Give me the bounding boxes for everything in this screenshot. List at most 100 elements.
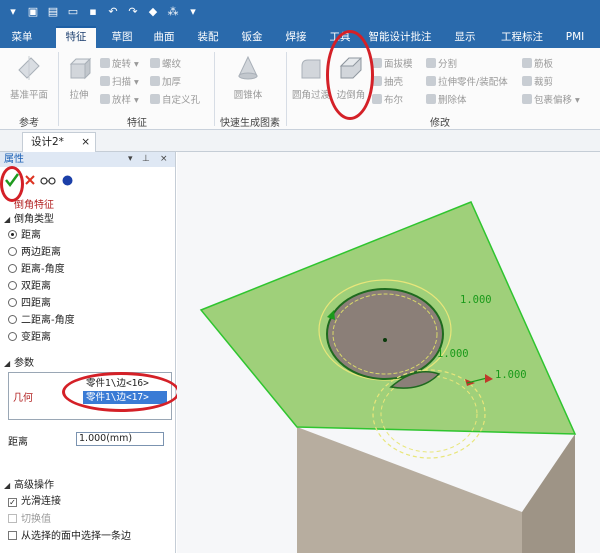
tab-assembly[interactable]: 装配: [190, 26, 226, 48]
panel-menu-icon[interactable]: ▾: [128, 152, 133, 167]
new-doc-icon[interactable]: ▤: [46, 5, 60, 19]
type-option-variable-distance[interactable]: 变距离: [0, 330, 176, 346]
type-option-distance[interactable]: 距离: [0, 228, 176, 244]
boolean-icon: [372, 94, 382, 104]
3d-viewport[interactable]: 1.000 1.000 1.000: [177, 152, 600, 553]
params-section[interactable]: ◢ 参数: [0, 356, 176, 372]
document-tab-bar: 设计2* ×: [0, 130, 600, 152]
type-option-two-distance-angle[interactable]: 二距离-角度: [0, 313, 176, 329]
tab-engineering-annotation[interactable]: 工程标注: [494, 26, 550, 48]
radio-icon: [8, 315, 17, 324]
checkbox-checked-icon: ✓: [8, 498, 17, 507]
thicken-icon: [150, 76, 160, 86]
app-menu-icon[interactable]: ▾: [6, 5, 20, 19]
tab-surface[interactable]: 曲面: [146, 26, 182, 48]
delete-body-icon: [426, 94, 436, 104]
thicken-button[interactable]: 加厚: [150, 74, 181, 88]
type-option-four-distance[interactable]: 四距离: [0, 296, 176, 312]
chamfer-type-section[interactable]: ◢ 倒角类型: [0, 212, 176, 228]
wrap-offset-button[interactable]: 包裹偏移 ▾: [522, 92, 580, 106]
smooth-connect-checkbox[interactable]: ✓ 光滑连接: [0, 494, 176, 510]
custom-hole-icon: [150, 94, 160, 104]
sweep-button[interactable]: 扫描 ▾: [100, 74, 139, 88]
undo-icon[interactable]: ↶: [106, 5, 120, 19]
hole-upper[interactable]: [326, 288, 444, 380]
trim-icon: [522, 76, 532, 86]
dimension-label-2[interactable]: 1.000: [437, 348, 469, 360]
checkbox-icon: [8, 531, 17, 540]
geometry-label: 几何: [13, 393, 33, 404]
property-panel: 属性 ▾ ⊥ × 倒角特征 ◢ 倒角类型 距离 两边距离 距离-角度 双距离 四距…: [0, 152, 180, 553]
tab-display[interactable]: 显示: [448, 26, 482, 48]
delete-body-button[interactable]: 删除体: [426, 92, 467, 106]
loft-button[interactable]: 放样 ▾: [100, 92, 139, 106]
cone-button[interactable]: 圆锥体: [222, 54, 274, 101]
panel-close-icon[interactable]: ×: [160, 152, 168, 167]
close-tab-icon[interactable]: ×: [81, 133, 90, 151]
new-file-icon[interactable]: ▣: [26, 5, 40, 19]
custom-hole-button[interactable]: 自定义孔: [150, 92, 200, 106]
highlight-ellipse-chamfer: [326, 30, 374, 120]
doc-tab-design2[interactable]: 设计2* ×: [22, 132, 96, 152]
dimension-label-1[interactable]: 1.000: [460, 294, 492, 306]
tab-pmi[interactable]: PMI: [560, 26, 590, 48]
tab-sketch[interactable]: 草图: [104, 26, 140, 48]
checkbox-icon: [8, 514, 17, 523]
sweep-icon: [100, 76, 110, 86]
switch-value-checkbox[interactable]: 切换值: [0, 512, 176, 528]
select-edge-from-face-checkbox[interactable]: 从选择的面中选择一条边: [0, 529, 176, 545]
open-folder-icon[interactable]: ▭: [66, 5, 80, 19]
datum-plane-button[interactable]: 基准平面: [6, 54, 52, 101]
ribbon-panel: 基准平面 参考 拉伸 旋转 ▾ 螺纹 扫描 ▾ 加厚 放样 ▾ 自定义孔 特征 …: [0, 48, 600, 130]
settings-icon[interactable]: ⁂: [166, 5, 180, 19]
group-separator: [286, 52, 287, 126]
boolean-button[interactable]: 布尔: [372, 92, 403, 106]
quick-access-toolbar: ▾ ▣ ▤ ▭ ▪ ↶ ↷ ◆ ⁂ ▾: [0, 0, 600, 26]
radio-icon: [8, 332, 17, 341]
tab-smart-design[interactable]: 智能设计批注: [362, 26, 438, 48]
model-side-face-right: [522, 434, 575, 553]
face-draft-button[interactable]: 面拔模: [372, 56, 413, 70]
highlight-ellipse-geometry: [62, 372, 180, 412]
tab-feature[interactable]: 特征: [56, 26, 96, 48]
shell-button[interactable]: 抽壳: [372, 74, 403, 88]
customize-icon[interactable]: ▾: [186, 5, 200, 19]
dimension-label-3[interactable]: 1.000: [495, 369, 527, 381]
model-side-face-left: [297, 427, 522, 553]
tab-welding[interactable]: 焊接: [278, 26, 314, 48]
thread-button[interactable]: 螺纹: [150, 56, 181, 70]
extrude-button[interactable]: 拉伸: [62, 54, 96, 101]
preview-glasses-icon[interactable]: [40, 174, 56, 186]
redo-icon[interactable]: ↷: [126, 5, 140, 19]
type-option-two-distance[interactable]: 两边距离: [0, 245, 176, 261]
fillet-icon: [301, 59, 321, 79]
split-icon: [426, 58, 436, 68]
viewport-scene: 1.000 1.000 1.000: [199, 201, 577, 553]
split-button[interactable]: 分割: [426, 56, 457, 70]
extrude-icon: [69, 57, 92, 80]
save-icon[interactable]: ▪: [86, 5, 100, 19]
group-label-modify: 修改: [430, 118, 450, 129]
render-icon[interactable]: ◆: [146, 5, 160, 19]
trim-button[interactable]: 裁剪: [522, 74, 553, 88]
help-dot-icon[interactable]: [62, 175, 73, 186]
group-separator: [58, 52, 59, 126]
radio-icon: [8, 230, 17, 239]
rib-button[interactable]: 筋板: [522, 56, 553, 70]
ribbon-tabs: 菜单 特征 草图 曲面 装配 钣金 焊接 工具 智能设计批注 显示 工程标注 P…: [0, 26, 600, 48]
revolve-button[interactable]: 旋转 ▾: [100, 56, 139, 70]
pin-icon[interactable]: ⊥: [142, 152, 150, 167]
extrude-part-assembly-button[interactable]: 拉伸零件/装配体: [426, 74, 508, 88]
type-option-distance-angle[interactable]: 距离-角度: [0, 262, 176, 278]
radio-icon: [8, 247, 17, 256]
distance-input[interactable]: 1.000(mm): [76, 432, 164, 446]
thread-icon: [150, 58, 160, 68]
group-label-feature: 特征: [127, 118, 147, 129]
tab-sheet-metal[interactable]: 钣金: [234, 26, 270, 48]
type-option-double-distance[interactable]: 双距离: [0, 279, 176, 295]
tab-menu[interactable]: 菜单: [4, 26, 40, 48]
loft-icon: [100, 94, 110, 104]
advanced-section[interactable]: ◢ 高级操作: [0, 478, 176, 494]
datum-plane-icon: [18, 56, 40, 80]
cancel-x-icon[interactable]: [24, 174, 36, 186]
